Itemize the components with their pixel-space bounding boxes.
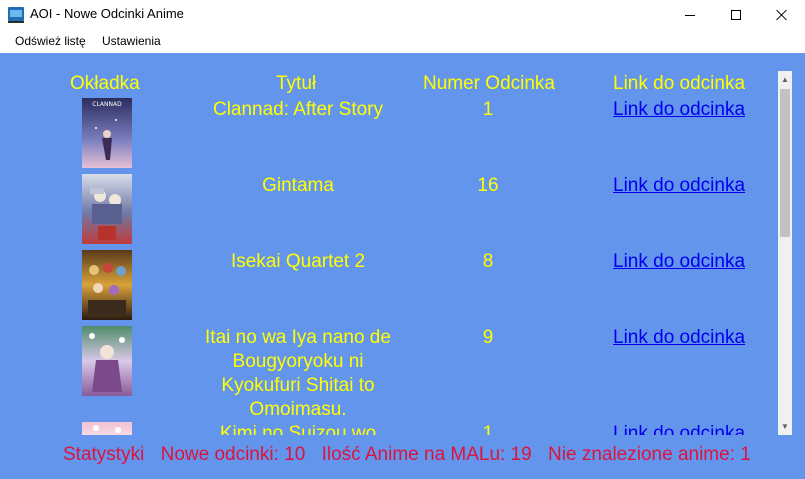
vertical-scrollbar[interactable]: ▲ ▼	[778, 71, 792, 435]
menu-bar: Odśwież listę Ustawienia	[0, 30, 805, 52]
episode-number: 9	[482, 327, 494, 348]
main-content: Okładka Tytuł Numer Odcinka Link do odci…	[0, 53, 805, 479]
episode-link[interactable]: Link do odcinka	[613, 98, 745, 122]
scroll-up-icon[interactable]: ▲	[778, 71, 792, 88]
cover-image	[82, 422, 132, 435]
header-title: Tytuł	[276, 73, 317, 94]
cover-image	[82, 250, 132, 320]
episode-link[interactable]: Link do odcinka	[613, 422, 745, 435]
stats-mal-count: Ilość Anime na MALu: 19	[321, 444, 532, 465]
anime-title: Clannad: After Story	[212, 99, 384, 120]
minimize-icon	[685, 14, 695, 16]
episode-number: 8	[482, 251, 494, 272]
close-icon	[776, 9, 788, 21]
maximize-button[interactable]	[713, 0, 759, 30]
episode-number: 1	[482, 99, 494, 120]
close-button[interactable]	[759, 0, 805, 30]
episode-number: 1	[482, 423, 494, 435]
scrollbar-thumb[interactable]	[780, 89, 790, 237]
window-title: AOI - Nowe Odcinki Anime	[30, 6, 184, 21]
app-icon	[8, 7, 24, 23]
scroll-down-icon[interactable]: ▼	[778, 418, 792, 435]
anime-title: Itai no wa Iya nano de Bougyoryoku ni Ky…	[205, 327, 391, 420]
anime-title: Gintama	[262, 175, 334, 196]
episode-number: 16	[477, 175, 499, 196]
maximize-icon	[731, 10, 741, 20]
header-episode: Numer Odcinka	[423, 73, 555, 94]
stats-new-episodes: Nowe odcinki: 10	[160, 444, 306, 465]
menu-refresh-list[interactable]: Odśwież listę	[15, 34, 86, 48]
episode-link[interactable]: Link do odcinka	[613, 326, 745, 350]
menu-settings[interactable]: Ustawienia	[102, 34, 161, 48]
header-cover: Okładka	[70, 73, 140, 94]
header-link: Link do odcinka	[613, 73, 746, 94]
stats-not-found: Nie znalezione anime: 1	[548, 444, 751, 465]
cover-image	[82, 174, 132, 244]
minimize-button[interactable]	[667, 0, 713, 30]
cover-image: CLANNAD	[82, 98, 132, 168]
statistics-bar: Statystyki Nowe odcinki: 10 Ilość Anime …	[63, 444, 762, 466]
anime-title: Kimi no Suizou wo	[219, 423, 377, 435]
anime-list[interactable]: Okładka Tytuł Numer Odcinka Link do odci…	[0, 53, 778, 435]
anime-title: Isekai Quartet 2	[230, 251, 366, 272]
title-bar: AOI - Nowe Odcinki Anime	[0, 0, 805, 30]
episode-link[interactable]: Link do odcinka	[613, 174, 745, 198]
cover-image	[82, 326, 132, 396]
episode-link[interactable]: Link do odcinka	[613, 250, 745, 274]
stats-label: Statystyki	[63, 444, 145, 465]
svg-text:CLANNAD: CLANNAD	[92, 101, 122, 108]
